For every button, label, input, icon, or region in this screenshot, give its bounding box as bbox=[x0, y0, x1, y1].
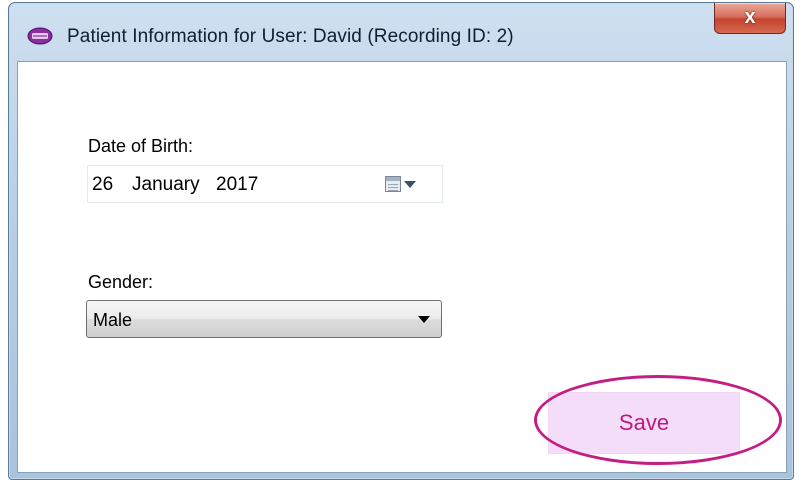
calendar-icon[interactable] bbox=[385, 176, 401, 192]
dialog-window: Patient Information for User: David (Rec… bbox=[8, 2, 794, 480]
gender-label: Gender: bbox=[88, 272, 154, 292]
dob-month[interactable]: January bbox=[132, 174, 200, 196]
dropdown-arrow-icon bbox=[418, 316, 430, 323]
date-of-birth-label: Date of Birth: bbox=[88, 136, 194, 156]
gender-value: Male bbox=[93, 310, 133, 330]
save-button[interactable]: Save bbox=[548, 392, 740, 454]
dob-day[interactable]: 26 bbox=[92, 174, 113, 196]
save-button-label: Save bbox=[618, 410, 670, 435]
dialog-content: Date of Birth: 26 January 2017 Gender: M… bbox=[17, 61, 787, 473]
close-button[interactable]: x bbox=[714, 3, 786, 34]
gender-select[interactable]: Male bbox=[86, 300, 442, 338]
date-of-birth-picker[interactable]: 26 January 2017 bbox=[87, 165, 443, 203]
title-bar[interactable]: Patient Information for User: David (Rec… bbox=[9, 3, 793, 59]
chevron-down-icon[interactable] bbox=[404, 181, 416, 188]
window-title: Patient Information for User: David (Rec… bbox=[67, 26, 514, 47]
close-icon: x bbox=[744, 6, 756, 28]
app-icon bbox=[27, 27, 53, 45]
dob-year[interactable]: 2017 bbox=[216, 174, 258, 196]
